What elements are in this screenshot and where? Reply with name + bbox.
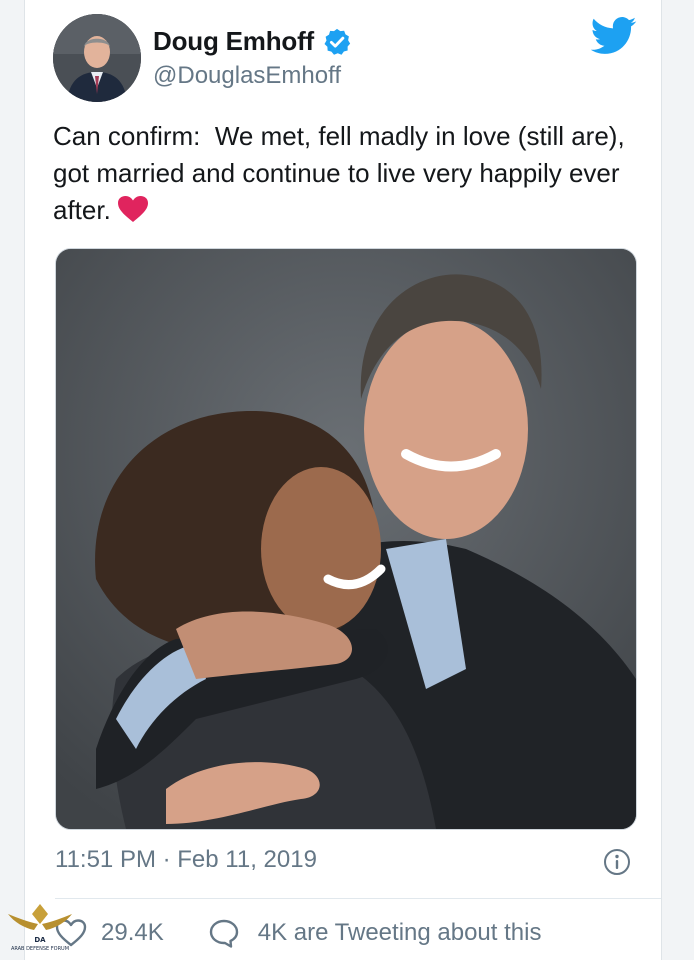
screenshot-page: Doug Emhoff @DouglasEmhoff Can confirm: … [0,0,694,960]
divider [55,898,661,899]
verified-badge-icon [322,27,352,57]
info-icon[interactable] [603,848,631,876]
author-handle[interactable]: @DouglasEmhoff [153,62,341,90]
tweet-timestamp[interactable]: 11:51 PM · Feb 11, 2019 [55,846,317,874]
tweeting-about-this-link[interactable]: 4K are Tweeting about this [258,919,542,947]
like-count[interactable]: 29.4K [101,919,164,947]
tweet-text: Can confirm: We met, fell madly in love … [53,118,633,229]
speech-bubble-icon[interactable] [208,918,240,948]
svg-text:ARAB DEFENSE FORUM: ARAB DEFENSE FORUM [11,946,69,952]
author-name-row: Doug Emhoff [153,26,352,57]
tweet-photo[interactable] [55,248,637,830]
twitter-bird-icon[interactable] [590,16,637,56]
tweet-actions: 29.4K 4K are Tweeting about this [55,918,541,948]
tweet-card: Doug Emhoff @DouglasEmhoff Can confirm: … [24,0,662,960]
avatar-portrait-icon [53,14,141,102]
red-heart-icon [117,195,149,223]
author-display-name[interactable]: Doug Emhoff [153,26,314,57]
couple-hug-photo [56,249,636,829]
watermark-logo: DA ARAB DEFENSE FORUM [4,900,76,958]
svg-text:DA: DA [34,936,46,944]
author-avatar[interactable] [53,14,141,102]
